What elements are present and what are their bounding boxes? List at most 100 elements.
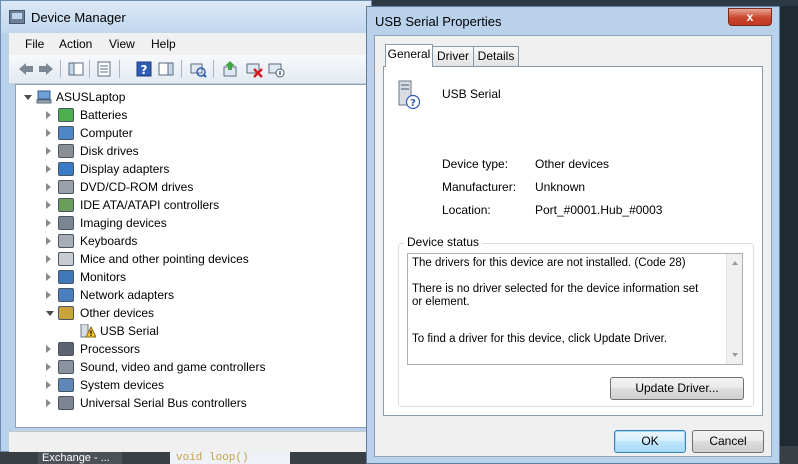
usb-serial-properties-dialog: USB Serial Properties x General Driver D… (366, 6, 780, 464)
device-status-label: Device status (404, 235, 483, 249)
toolbar-separator (89, 60, 90, 78)
tree-category[interactable]: Monitors (46, 268, 346, 286)
tree-category-label: Keyboards (80, 234, 138, 248)
dialog-body: General Driver Details ? USB Serial Devi… (374, 35, 772, 457)
tree-category[interactable]: Universal Serial Bus controllers (46, 394, 346, 412)
device-tree[interactable]: ASUSLaptop Batteries Computer Disk drives D… (15, 84, 371, 428)
tree-category[interactable]: Mice and other pointing devices (46, 250, 346, 268)
tree-category-label: System devices (80, 378, 165, 392)
expand-arrow-icon[interactable] (46, 291, 51, 299)
tree-category-label: Universal Serial Bus controllers (80, 396, 247, 410)
show-hide-action-pane-icon[interactable] (157, 60, 175, 78)
update-driver-icon[interactable] (221, 60, 239, 78)
menu-action[interactable]: Action (59, 37, 92, 51)
tree-category-label: Disk drives (80, 144, 139, 158)
sound-icon (58, 360, 74, 374)
usb-controller-icon (58, 396, 74, 410)
expand-arrow-icon[interactable] (46, 219, 51, 227)
expand-arrow-icon[interactable] (46, 147, 51, 155)
tree-category-label: Mice and other pointing devices (80, 252, 249, 266)
scan-hardware-changes-icon[interactable] (189, 60, 207, 78)
ok-button[interactable]: OK (614, 430, 686, 453)
background-code-text: void loop() (170, 452, 290, 464)
toolbar-separator (213, 60, 214, 78)
menu-help[interactable]: Help (151, 37, 176, 51)
properties-icon[interactable] (95, 60, 113, 78)
device-type-value: Other devices (535, 157, 610, 171)
expand-arrow-icon[interactable] (46, 273, 51, 281)
tree-category[interactable]: Other devices (46, 304, 346, 322)
tree-category[interactable]: Imaging devices (46, 214, 346, 232)
tree-root-label: ASUSLaptop (56, 90, 126, 104)
tree-category[interactable]: Processors (46, 340, 346, 358)
expand-arrow-icon[interactable] (46, 201, 51, 209)
computer-root-icon (36, 90, 52, 104)
taskbar-item[interactable]: Exchange - ... (38, 452, 122, 464)
tree-category[interactable]: Display adapters (46, 160, 346, 178)
expand-arrow-icon[interactable] (46, 363, 51, 371)
expand-arrow-icon[interactable] (46, 237, 51, 245)
computer-icon (58, 126, 74, 140)
tree-category-label: Batteries (80, 108, 128, 122)
tab-general[interactable]: General (385, 44, 433, 67)
device-status-textbox[interactable]: The drivers for this device are not inst… (407, 253, 743, 365)
menu-view[interactable]: View (109, 37, 135, 51)
tab-driver[interactable]: Driver (432, 46, 474, 66)
processor-icon (58, 342, 74, 356)
expand-arrow-icon[interactable] (46, 111, 51, 119)
uninstall-icon[interactable] (245, 60, 263, 78)
back-icon[interactable] (17, 60, 35, 78)
tree-category[interactable]: Computer (46, 124, 346, 142)
tree-device-label: USB Serial (100, 324, 159, 338)
location-value: Port_#0001.Hub_#0003 (535, 203, 663, 217)
tree-category[interactable]: Batteries (46, 106, 346, 124)
disable-icon[interactable] (267, 60, 285, 78)
keyboard-icon (58, 234, 74, 248)
cancel-button[interactable]: Cancel (692, 430, 764, 453)
menu-file[interactable]: File (25, 37, 44, 51)
tree-device-usb-serial[interactable]: USB Serial (68, 322, 268, 340)
svg-text:?: ? (410, 98, 416, 109)
device-manager-titlebar[interactable]: Device Manager (1, 1, 371, 33)
battery-icon (58, 108, 74, 122)
tree-category-label: Monitors (80, 270, 127, 284)
show-hide-console-tree-icon[interactable] (67, 60, 85, 78)
tree-root[interactable]: ASUSLaptop (24, 88, 224, 106)
menu-bar: File Action View Help (9, 33, 371, 55)
expand-arrow-icon[interactable] (46, 183, 51, 191)
toolbar-separator (119, 60, 120, 78)
tree-category[interactable]: Sound, video and game controllers (46, 358, 346, 376)
tree-category-label: Sound, video and game controllers (80, 360, 266, 374)
expand-arrow-icon[interactable] (46, 165, 51, 173)
status-line-code: The drivers for this device are not inst… (412, 257, 686, 269)
status-scrollbar[interactable] (726, 254, 742, 364)
toolbar-separator (60, 60, 61, 78)
device-type-label: Device type: (442, 157, 509, 171)
tree-category[interactable]: Disk drives (46, 142, 346, 160)
tree-category[interactable]: Keyboards (46, 232, 346, 250)
expand-arrow-icon[interactable] (46, 399, 51, 407)
scroll-down-icon[interactable] (732, 353, 738, 357)
svg-text:?: ? (141, 63, 148, 77)
expand-arrow-icon[interactable] (46, 255, 51, 263)
dialog-title: USB Serial Properties (375, 14, 502, 29)
tab-details[interactable]: Details (473, 46, 519, 66)
scroll-up-icon[interactable] (732, 261, 738, 265)
monitor-icon (58, 270, 74, 284)
expand-arrow-icon[interactable] (46, 129, 51, 137)
update-driver-button[interactable]: Update Driver... (610, 377, 744, 400)
tree-category[interactable]: DVD/CD-ROM drives (46, 178, 346, 196)
display-adapter-icon (58, 162, 74, 176)
tree-category-label: Computer (80, 126, 133, 140)
expand-arrow-icon[interactable] (46, 381, 51, 389)
forward-icon[interactable] (37, 60, 55, 78)
expand-arrow-icon[interactable] (24, 95, 32, 100)
collapse-arrow-icon[interactable] (46, 311, 54, 316)
help-icon[interactable]: ? (135, 60, 153, 78)
close-button[interactable]: x (728, 8, 772, 26)
tree-category[interactable]: Network adapters (46, 286, 346, 304)
tree-category[interactable]: System devices (46, 376, 346, 394)
expand-arrow-icon[interactable] (46, 345, 51, 353)
tree-category[interactable]: IDE ATA/ATAPI controllers (46, 196, 346, 214)
location-label: Location: (442, 203, 491, 217)
